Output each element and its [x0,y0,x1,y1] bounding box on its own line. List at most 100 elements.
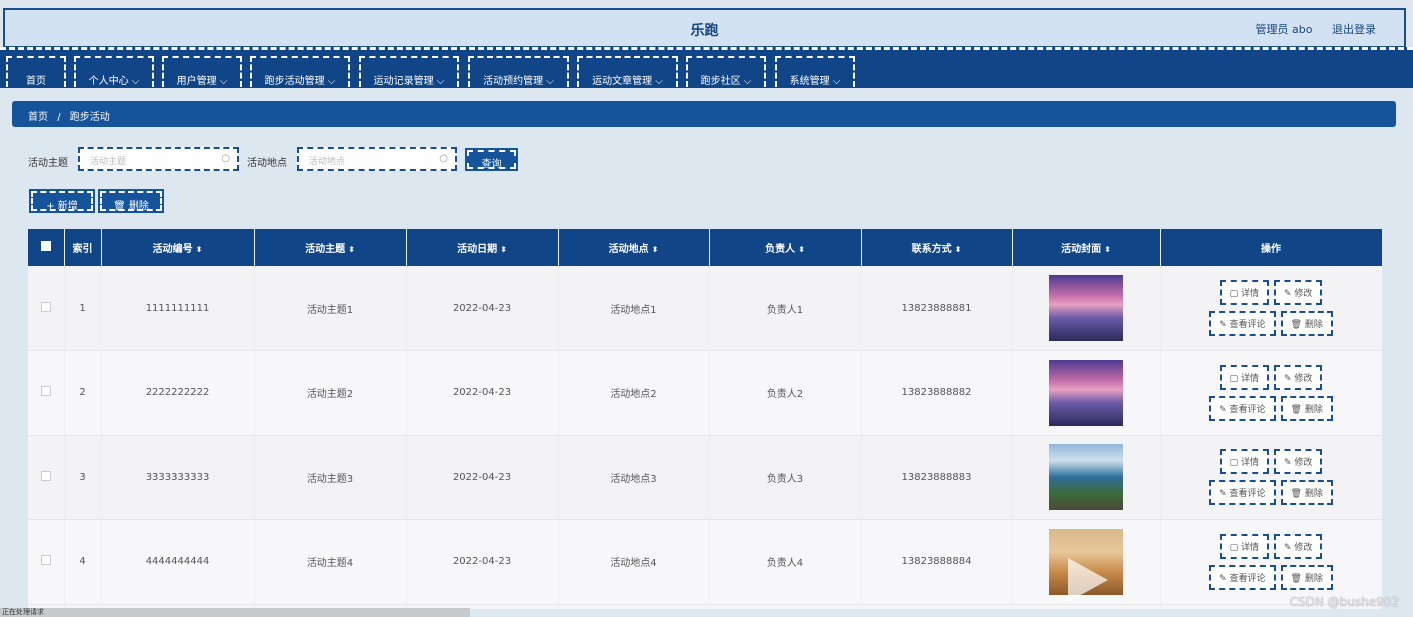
nav-article-management[interactable]: 运动文章管理 ⌵ [577,56,678,87]
cover-image[interactable] [1049,275,1123,341]
row-checkbox[interactable] [28,266,65,351]
status-bar: 正在处理请求 [0,608,470,617]
nav-exercise-record[interactable]: 运动记录管理 ⌵ [359,56,459,87]
delete-button[interactable]: 🗑 删除 [1280,480,1333,506]
cell-date: 2022-04-23 [406,350,559,436]
col-header-code[interactable]: 活动编号 ⬍ [101,229,255,266]
sort-icon[interactable]: ⬍ [798,245,805,254]
nav-user-management[interactable]: 用户管理 ⌵ [162,56,242,87]
cell-place: 活动地点2 [558,350,710,436]
main-nav: 首页 个人中心 ⌵ 用户管理 ⌵ 跑步活动管理 ⌵ 运动记录管理 ⌵ 活动预约管… [0,47,1413,88]
theme-search-input[interactable]: 活动主题 ○ [78,147,239,171]
edit-button[interactable]: ✎ 修改 [1273,280,1323,305]
sort-icon[interactable]: ⬍ [348,245,355,254]
sort-icon[interactable]: ⬍ [1104,245,1111,254]
col-label: 活动日期 [457,244,498,255]
query-button[interactable]: 查询 [465,148,518,171]
col-header-date[interactable]: 活动日期 ⬍ [406,229,559,266]
watermark: CSDN @bushe902 [1289,595,1399,609]
edit-button[interactable]: ✎ 修改 [1273,533,1323,559]
table-row: 3 3333333333 活动主题3 2022-04-23 活动地点3 负责人3 13823… [28,435,1382,520]
cell-actions: ▢ 详情 ✎ 修改 ✎ 查看评论 🗑 删除 [1160,266,1382,351]
nav-personal-center[interactable]: 个人中心 ⌵ [74,56,154,87]
sort-icon[interactable]: ⬍ [500,245,507,254]
view-comments-button[interactable]: ✎ 查看评论 [1209,480,1276,506]
cell-date: 2022-04-23 [406,435,559,520]
view-comments-button[interactable]: ✎ 查看评论 [1209,311,1276,336]
col-header-place[interactable]: 活动地点 ⬍ [558,229,710,266]
cell-theme: 活动主题1 [254,266,407,351]
edit-button[interactable]: ✎ 修改 [1273,449,1323,475]
cell-owner: 负责人1 [709,266,862,351]
detail-button[interactable]: ▢ 详情 [1219,280,1269,305]
cell-theme: 活动主题4 [254,519,407,605]
cell-place: 活动地点1 [558,266,710,351]
col-label: 活动封面 [1061,244,1102,255]
cell-place: 活动地点4 [558,519,710,605]
search-icon: ○ [439,153,448,164]
breadcrumb-separator: / [57,112,61,123]
cell-index: 3 [64,435,102,520]
logout-link[interactable]: 退出登录 [1332,23,1376,36]
nav-activity-booking[interactable]: 活动预约管理 ⌵ [468,56,569,87]
delete-button[interactable]: 🗑 删除 [1280,564,1333,590]
col-label: 负责人 [765,244,796,255]
delete-button[interactable]: 🗑 删除 [1280,395,1333,421]
row-checkbox[interactable] [28,519,65,605]
cell-cover [1012,266,1161,351]
nav-running-activity[interactable]: 跑步活动管理 ⌵ [250,56,350,87]
col-header-index: 索引 [64,229,102,266]
breadcrumb-current: 跑步活动 [69,112,110,123]
place-search-input[interactable]: 活动地点 ○ [297,147,457,171]
cell-code: 4444444444 [101,519,255,605]
table-row: 1 1111111111 活动主题1 2022-04-23 活动地点1 负责人1 13823… [28,266,1382,351]
nav-system-management[interactable]: 系统管理 ⌵ [775,56,855,87]
row-checkbox[interactable] [28,435,65,520]
nav-home[interactable]: 首页 [6,56,66,87]
delete-button[interactable]: 🗑 删除 [1280,311,1333,336]
sort-icon[interactable]: ⬍ [196,245,203,254]
row-checkbox[interactable] [28,350,65,436]
cell-theme: 活动主题3 [254,435,407,520]
top-header: 乐跑 管理员 abo 退出登录 [3,8,1406,48]
cover-image[interactable] [1049,444,1123,511]
col-label: 活动地点 [608,244,649,255]
cell-place: 活动地点3 [558,435,710,520]
col-header-owner[interactable]: 负责人 ⬍ [709,229,862,266]
col-label: 活动主题 [305,244,346,255]
select-all-checkbox[interactable] [28,229,65,266]
cell-phone: 13823888883 [861,435,1013,520]
table-row: 4 4444444444 活动主题4 2022-04-23 活动地点4 负责人4 13823… [28,519,1382,605]
col-label: 联系方式 [911,244,952,255]
detail-button[interactable]: ▢ 详情 [1219,533,1269,559]
cell-phone: 13823888882 [861,350,1013,436]
detail-button[interactable]: ▢ 详情 [1219,449,1269,475]
view-comments-button[interactable]: ✎ 查看评论 [1209,564,1276,590]
cell-date: 2022-04-23 [406,519,559,605]
cell-code: 2222222222 [101,350,255,436]
nav-running-community[interactable]: 跑步社区 ⌵ [686,56,766,87]
add-button[interactable]: + 新增 [29,189,95,213]
col-header-phone[interactable]: 联系方式 ⬍ [861,229,1013,266]
cell-owner: 负责人2 [709,350,862,436]
admin-label[interactable]: 管理员 abo [1256,23,1313,36]
cover-image[interactable] [1049,359,1123,426]
view-comments-button[interactable]: ✎ 查看评论 [1209,395,1276,421]
cell-index: 1 [64,266,102,351]
cell-date: 2022-04-23 [406,266,559,351]
place-placeholder: 活动地点 [309,157,346,167]
col-header-cover[interactable]: 活动封面 ⬍ [1012,229,1161,266]
col-header-theme[interactable]: 活动主题 ⬍ [254,229,407,266]
sort-icon[interactable]: ⬍ [955,245,962,254]
detail-button[interactable]: ▢ 详情 [1219,364,1269,390]
breadcrumb-home[interactable]: 首页 [28,112,48,123]
cell-phone: 13823888881 [861,266,1013,351]
sort-icon[interactable]: ⬍ [652,245,659,254]
cell-index: 2 [64,350,102,436]
theme-placeholder: 活动主题 [90,157,127,167]
breadcrumb: 首页 / 跑步活动 [12,101,1396,127]
edit-button[interactable]: ✎ 修改 [1273,364,1323,390]
table-row: 2 2222222222 活动主题2 2022-04-23 活动地点2 负责人2 13823… [28,350,1382,436]
cell-phone: 13823888884 [861,519,1013,605]
batch-delete-button[interactable]: 🗑 删除 [98,189,164,213]
